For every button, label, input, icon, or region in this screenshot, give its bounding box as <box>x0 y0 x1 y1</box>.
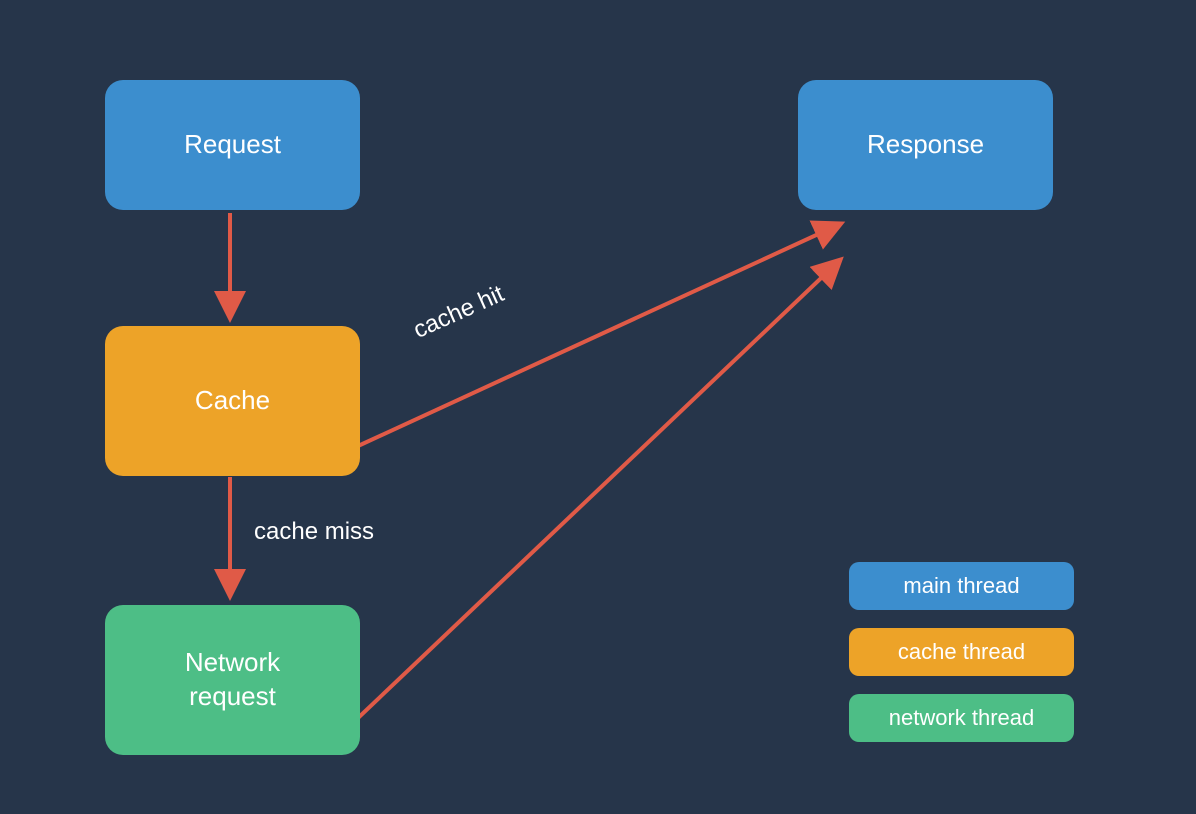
node-response-label: Response <box>867 128 984 162</box>
legend-cache-thread-label: cache thread <box>898 639 1025 665</box>
node-cache-label: Cache <box>195 384 270 418</box>
node-request: Request <box>105 80 360 210</box>
legend-cache-thread: cache thread <box>849 628 1074 676</box>
node-cache: Cache <box>105 326 360 476</box>
legend-network-thread: network thread <box>849 694 1074 742</box>
edge-label-cache-hit: cache hit <box>409 280 508 345</box>
edge-label-cache-miss-text: cache miss <box>254 518 374 545</box>
legend-main-thread-label: main thread <box>903 573 1019 599</box>
node-network-request-label: Network request <box>185 646 280 714</box>
node-network-request: Network request <box>105 605 360 755</box>
legend-network-thread-label: network thread <box>889 705 1035 731</box>
edge-label-cache-hit-text: cache hit <box>409 280 508 344</box>
legend-main-thread: main thread <box>849 562 1074 610</box>
edge-label-cache-miss: cache miss <box>254 518 374 546</box>
node-response: Response <box>798 80 1053 210</box>
node-request-label: Request <box>184 128 281 162</box>
diagram-canvas: Request Cache Network request Response c… <box>0 0 1196 814</box>
